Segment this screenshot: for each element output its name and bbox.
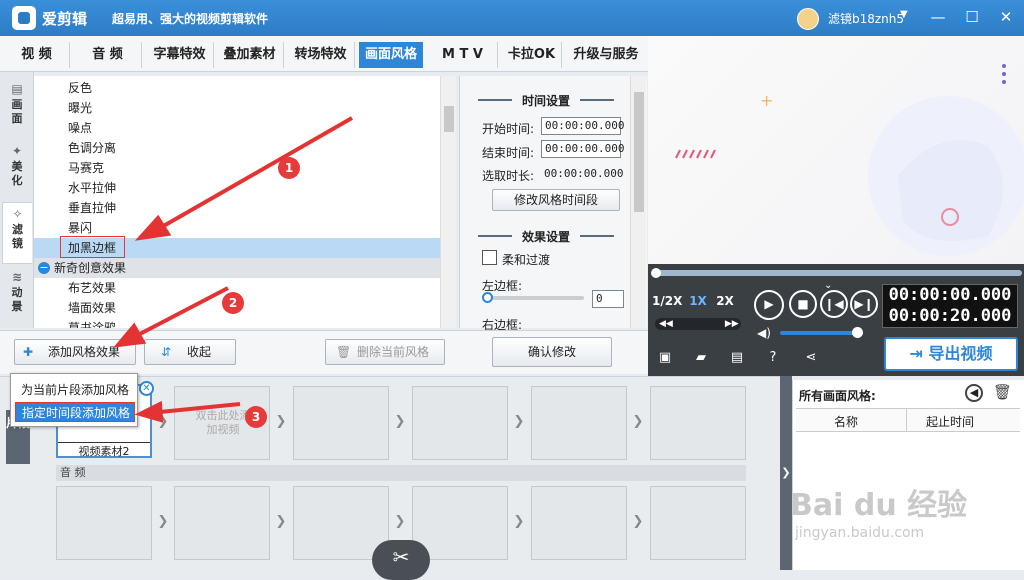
annotation-badge-2: 2 bbox=[222, 292, 244, 314]
annotation-badge-3: 3 bbox=[245, 406, 267, 428]
annotation-badge-1: 1 bbox=[278, 157, 300, 179]
annotation-arrows bbox=[113, 116, 353, 423]
